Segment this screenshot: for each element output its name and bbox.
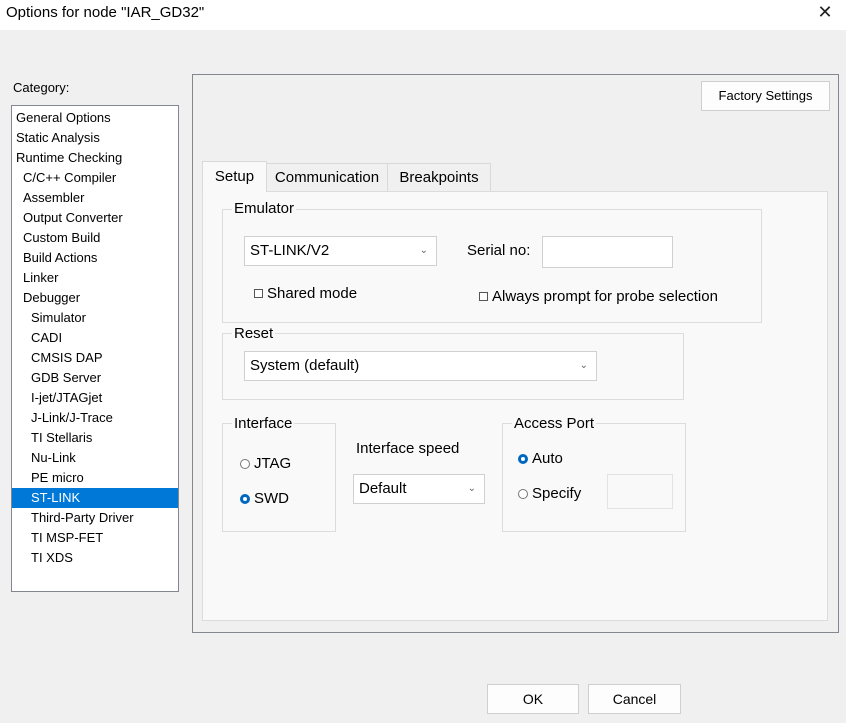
jtag-radio[interactable] [240,459,250,469]
category-item-i-jet[interactable]: I-jet/JTAGjet [12,388,197,408]
category-item-cadi[interactable]: CADI [12,328,197,348]
category-item-build-actions[interactable]: Build Actions [12,248,189,268]
interface-speed-label: Interface speed [356,440,460,457]
category-item-ti-xds[interactable]: TI XDS [12,548,197,568]
access-port-group-label: Access Port [512,415,597,432]
specify-input[interactable] [607,474,673,509]
category-item-runtime-checking[interactable]: Runtime Checking [12,148,182,168]
category-item-j-link[interactable]: J-Link/J-Trace [12,408,197,428]
reset-group-label: Reset [232,325,276,342]
emulator-group-label: Emulator [232,200,297,217]
category-item-linker[interactable]: Linker [12,268,189,288]
serial-no-input[interactable] [542,236,673,268]
category-item-simulator[interactable]: Simulator [12,308,197,328]
category-item-pe-micro[interactable]: PE micro [12,468,197,488]
interface-speed-select[interactable]: Default ⌄ [353,474,485,504]
category-label: Category: [13,80,70,95]
category-list[interactable]: General Options Static Analysis Runtime … [11,105,179,592]
emulator-select[interactable]: ST-LINK/V2 ⌄ [244,236,437,266]
always-prompt-checkbox[interactable] [479,292,488,301]
category-item-st-link[interactable]: ST-LINK [12,488,178,508]
emulator-group [222,209,762,323]
chevron-down-icon: ⌄ [419,245,428,256]
category-item-c-compiler[interactable]: C/C++ Compiler [12,168,189,188]
serial-no-label: Serial no: [467,242,531,259]
category-item-cmsis-dap[interactable]: CMSIS DAP [12,348,197,368]
shared-mode-label: Shared mode [267,285,358,302]
specify-label: Specify [532,485,582,502]
always-prompt-label: Always prompt for probe selection [492,288,718,305]
jtag-label: JTAG [254,455,292,472]
cancel-button[interactable]: Cancel [588,684,681,714]
auto-radio[interactable] [518,454,528,464]
category-item-static-analysis[interactable]: Static Analysis [12,128,182,148]
shared-mode-checkbox[interactable] [254,289,263,298]
window-title: Options for node "IAR_GD32" [6,4,205,21]
category-item-third-party-driver[interactable]: Third-Party Driver [12,508,197,528]
category-item-ti-msp-fet[interactable]: TI MSP-FET [12,528,197,548]
chevron-down-icon: ⌄ [467,483,476,494]
category-item-custom-build[interactable]: Custom Build [12,228,189,248]
swd-label: SWD [254,490,289,507]
tab-communication[interactable]: Communication [267,163,388,191]
specify-radio[interactable] [518,489,528,499]
category-item-nu-link[interactable]: Nu-Link [12,448,197,468]
ok-button[interactable]: OK [487,684,579,714]
category-item-general-options[interactable]: General Options [12,108,182,128]
tab-breakpoints[interactable]: Breakpoints [388,163,491,191]
chevron-down-icon: ⌄ [579,360,588,371]
interface-speed-value: Default [359,480,407,497]
category-item-debugger[interactable]: Debugger [12,288,189,308]
category-item-output-converter[interactable]: Output Converter [12,208,189,228]
interface-group [222,423,336,532]
auto-label: Auto [532,450,563,467]
swd-radio[interactable] [240,494,250,504]
tab-setup[interactable]: Setup [202,161,267,192]
reset-select[interactable]: System (default) ⌄ [244,351,597,381]
category-item-gdb-server[interactable]: GDB Server [12,368,197,388]
factory-settings-button[interactable]: Factory Settings [701,81,830,111]
reset-select-value: System (default) [250,357,360,374]
category-item-ti-stellaris[interactable]: TI Stellaris [12,428,197,448]
interface-group-label: Interface [232,415,295,432]
close-icon[interactable]: ✕ [812,0,838,26]
emulator-select-value: ST-LINK/V2 [250,242,330,259]
category-item-assembler[interactable]: Assembler [12,188,189,208]
